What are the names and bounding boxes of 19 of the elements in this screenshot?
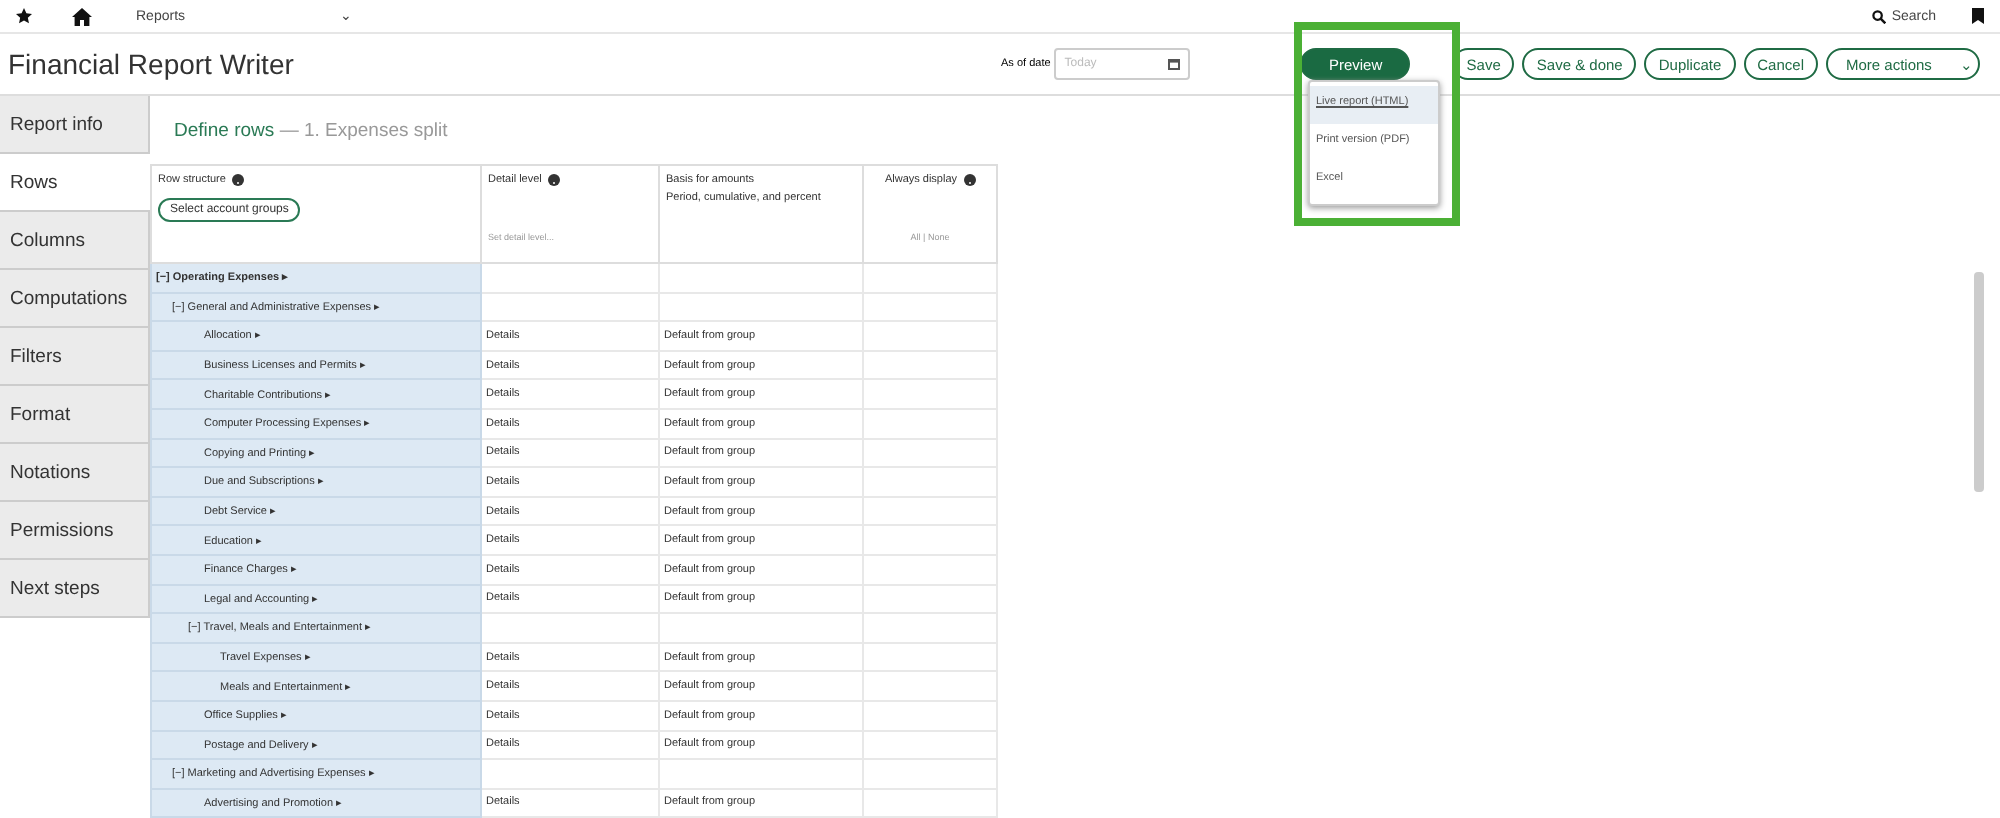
page-title: Financial Report Writer <box>8 48 294 80</box>
sidebar-tab[interactable]: Computations <box>0 270 150 328</box>
section-heading: Define rows — 1. Expenses split <box>174 120 448 142</box>
calendar-icon[interactable] <box>1168 58 1181 70</box>
sidebar-tab[interactable]: Notations <box>0 444 150 502</box>
sidebar-tab[interactable]: Columns <box>0 212 150 270</box>
sidebar-tab[interactable]: Filters <box>0 328 150 386</box>
bookmark-icon[interactable] <box>1972 8 1984 24</box>
help-icon[interactable] <box>231 174 244 186</box>
star-icon[interactable] <box>16 8 32 24</box>
sidebar-tab[interactable]: Next steps <box>0 560 150 618</box>
home-icon[interactable] <box>72 7 92 25</box>
sidebar-tab[interactable]: Report info <box>0 96 150 154</box>
sidebar-tab[interactable]: Permissions <box>0 502 150 560</box>
help-icon[interactable] <box>963 174 976 186</box>
scrollbar[interactable] <box>1974 272 1984 492</box>
help-icon[interactable] <box>547 174 560 186</box>
sidebar-tab[interactable]: Format <box>0 386 150 444</box>
search-icon[interactable] <box>1871 9 1886 23</box>
